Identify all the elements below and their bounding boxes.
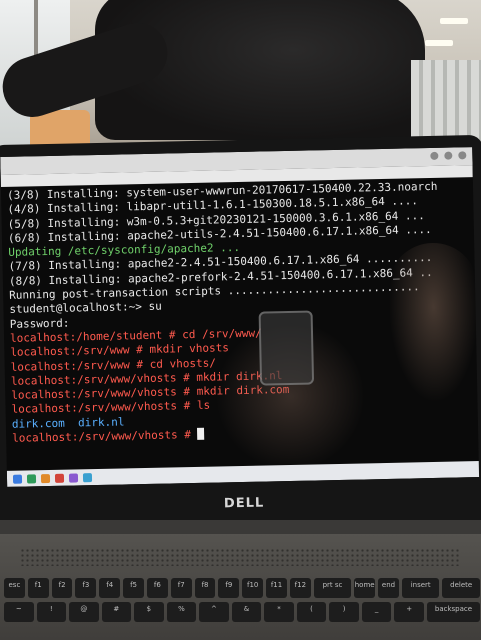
start-icon[interactable] — [12, 474, 23, 484]
keyboard-key[interactable]: + — [394, 602, 424, 622]
keyboard-key[interactable]: f1 — [27, 578, 49, 598]
dell-logo: DELL — [223, 495, 265, 512]
keyboard-key[interactable]: f7 — [170, 578, 192, 598]
keyboard-key[interactable]: esc — [4, 578, 25, 598]
keyboard[interactable]: esc f1 f2 f3 f4 f5 f6 f7 f8 f9 f10 f11 f12 prt sc home… — [4, 578, 481, 626]
keyboard-key[interactable]: ( — [296, 602, 327, 622]
keyboard-key[interactable]: f2 — [51, 578, 73, 598]
keyboard-key[interactable]: f11 — [266, 578, 287, 598]
keyboard-key[interactable]: prt sc — [313, 578, 352, 598]
keyboard-key[interactable]: f9 — [218, 578, 240, 598]
room-background — [0, 0, 481, 150]
maximize-icon[interactable] — [444, 151, 453, 160]
laptop-lid: (3/8) Installing: system-user-wwwrun-201… — [0, 134, 481, 531]
keyboard-key[interactable]: @ — [69, 602, 99, 622]
keyboard-key[interactable]: % — [166, 602, 197, 622]
keyboard-key[interactable]: ~ — [4, 602, 34, 622]
keyboard-key[interactable]: f10 — [242, 578, 264, 598]
reflection-phone — [258, 310, 315, 386]
ceiling-light — [440, 18, 468, 24]
laptop-hinge — [0, 520, 481, 534]
keyboard-key[interactable]: f12 — [289, 578, 311, 598]
laptop-screen: (3/8) Installing: system-user-wwwrun-201… — [0, 147, 480, 487]
keyboard-key[interactable]: $ — [134, 602, 164, 622]
keyboard-key[interactable]: f3 — [75, 578, 97, 598]
keyboard-key[interactable]: delete — [442, 578, 480, 598]
browser-icon[interactable] — [54, 473, 65, 483]
window-controls[interactable] — [430, 151, 467, 160]
reflection-person — [387, 242, 480, 404]
terminal-cursor — [197, 427, 205, 440]
keyboard-row-function[interactable]: esc f1 f2 f3 f4 f5 f6 f7 f8 f9 f10 f11 f12 prt sc home… — [4, 578, 480, 598]
keyboard-key[interactable]: ^ — [199, 602, 229, 622]
app-icon[interactable] — [26, 473, 37, 484]
keyboard-key[interactable]: insert — [401, 578, 440, 598]
keyboard-key[interactable]: _ — [361, 602, 392, 622]
ceiling-light — [425, 40, 453, 46]
keyboard-key[interactable]: * — [264, 602, 294, 622]
folder-icon[interactable] — [40, 473, 51, 483]
keyboard-key[interactable]: backspace — [426, 602, 481, 622]
keyboard-key[interactable]: end — [378, 578, 399, 598]
speaker-grille — [20, 548, 460, 566]
keyboard-key[interactable]: f8 — [194, 578, 216, 598]
close-icon[interactable] — [458, 151, 467, 160]
keyboard-row-number[interactable]: ~! @ # $% ^ & *() _ + backspace — [4, 602, 481, 622]
keyboard-key[interactable]: ) — [329, 602, 359, 622]
minimize-icon[interactable] — [430, 151, 439, 160]
keyboard-key[interactable]: f5 — [123, 578, 144, 598]
keyboard-key[interactable]: f4 — [99, 578, 121, 598]
keyboard-key[interactable]: f6 — [146, 578, 168, 598]
keyboard-key[interactable]: # — [101, 602, 132, 622]
keyboard-key[interactable]: ! — [36, 602, 67, 622]
app-icon[interactable] — [68, 472, 79, 483]
keyboard-key[interactable]: home — [354, 578, 376, 598]
keyboard-key[interactable]: & — [231, 602, 262, 622]
terminal-icon[interactable] — [82, 472, 93, 482]
